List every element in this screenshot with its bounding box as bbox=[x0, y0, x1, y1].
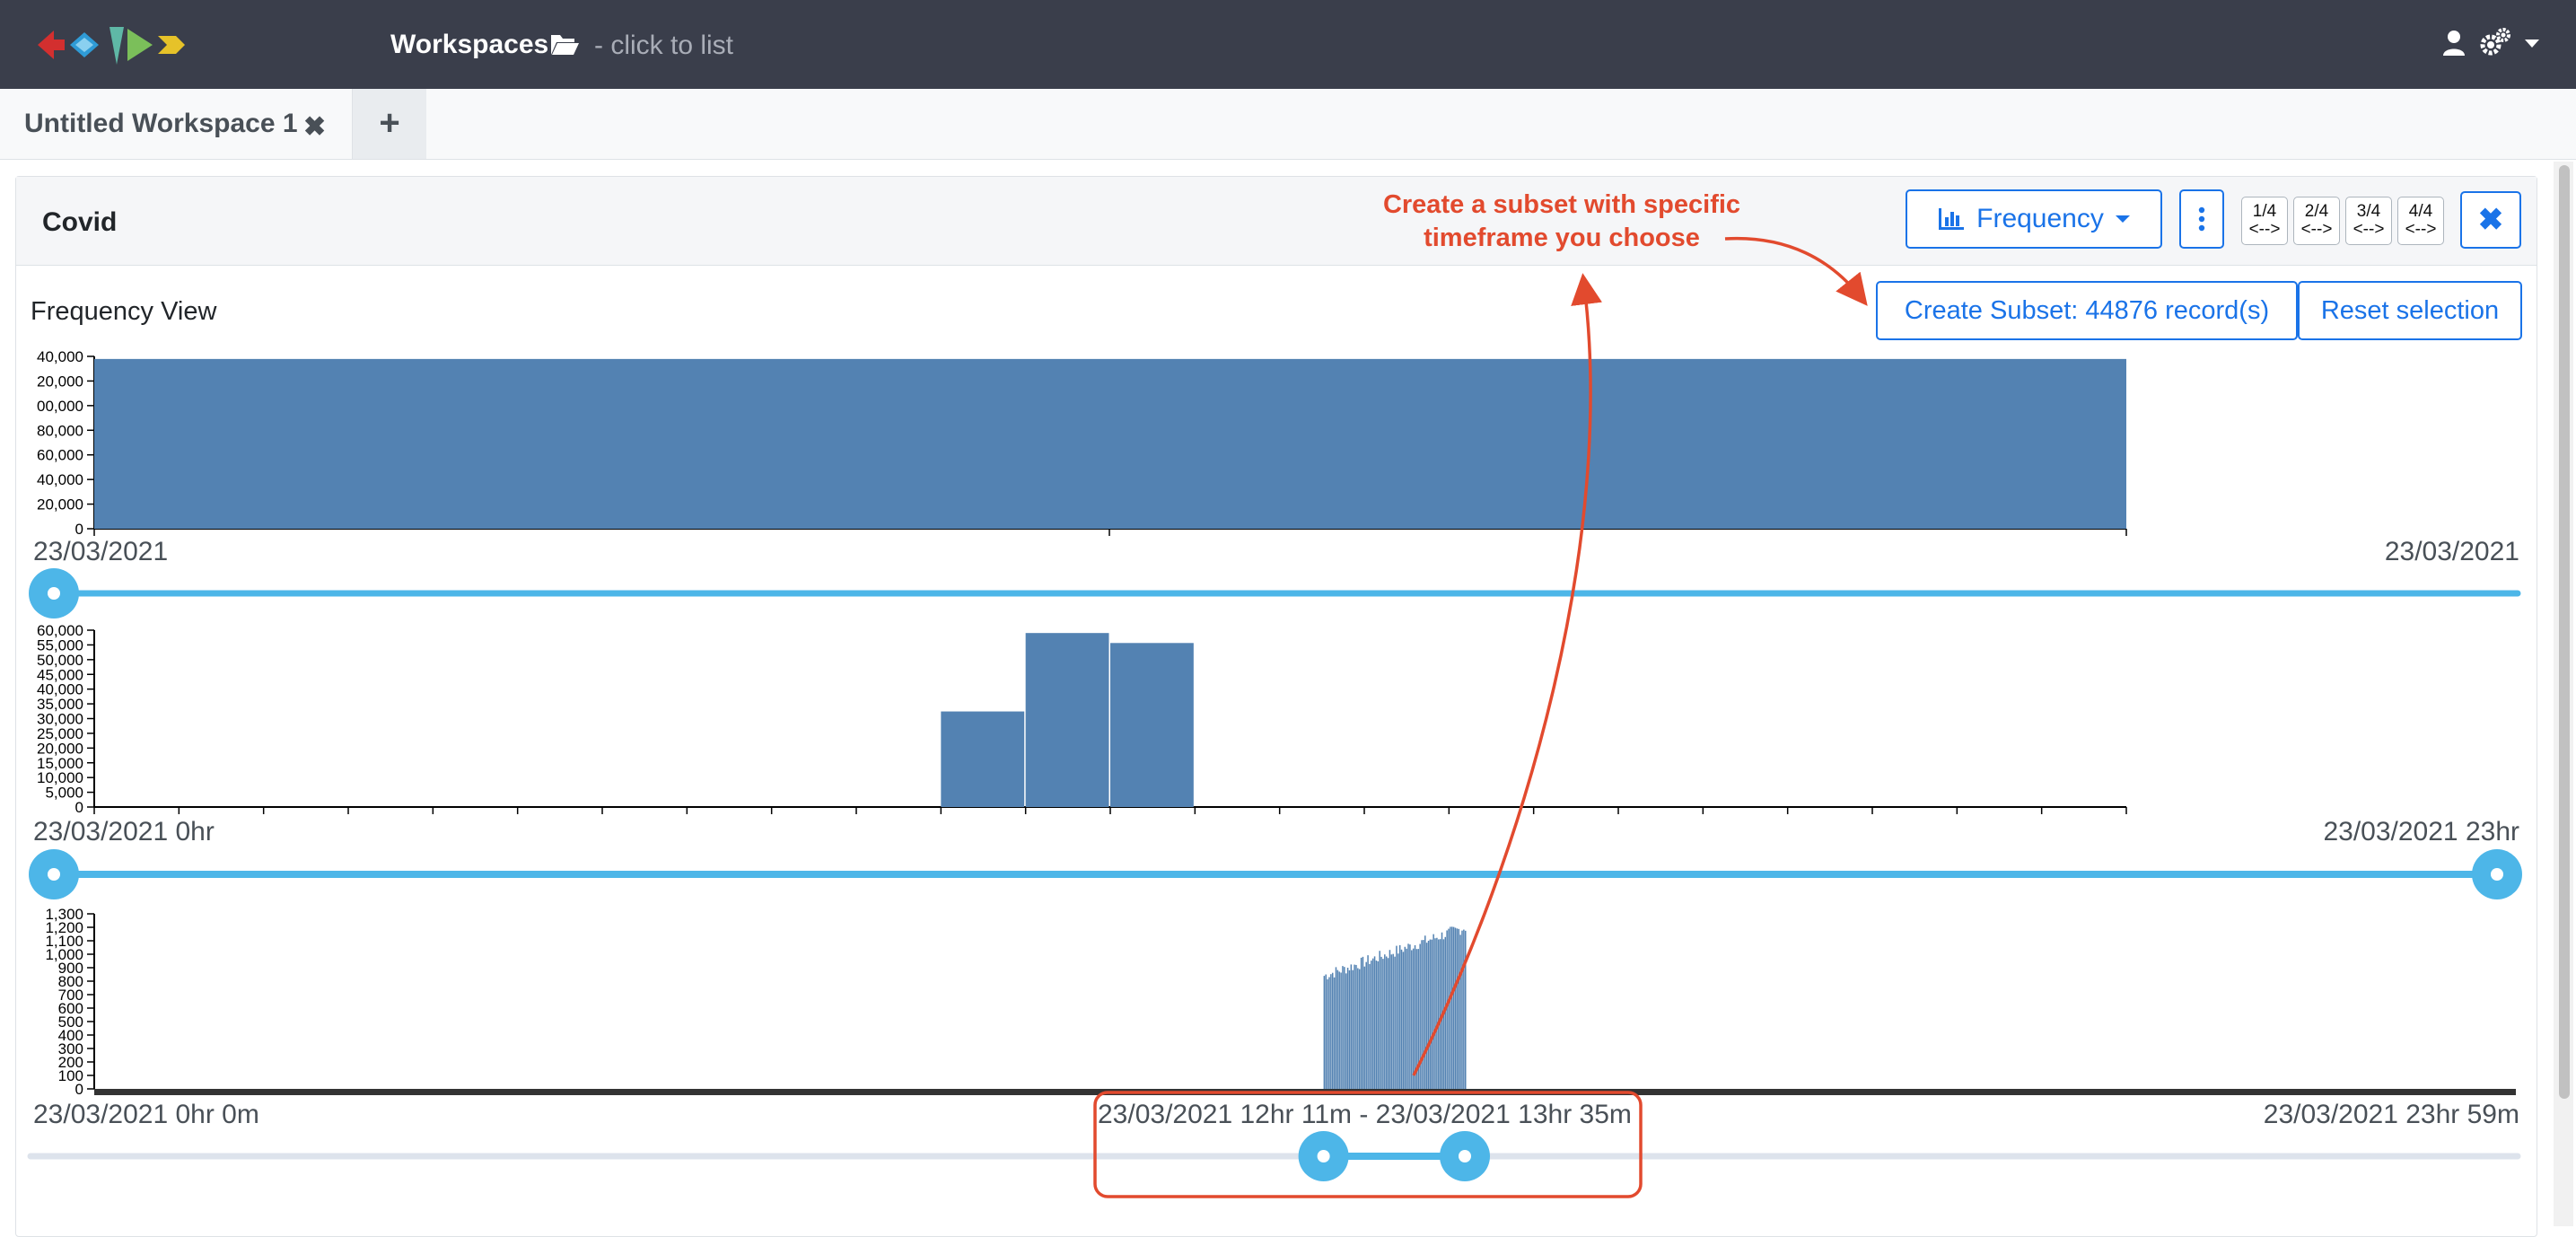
page-scrollbar-thumb[interactable] bbox=[2559, 165, 2570, 1099]
panel-header: Covid Frequency 1/4 <--> 2/4 <--> 3/4 <-… bbox=[16, 177, 2537, 266]
caret-down-icon[interactable] bbox=[2524, 27, 2540, 59]
quarter-2-button[interactable]: 2/4 <--> bbox=[2293, 197, 2340, 245]
top-navbar: Workspaces - click to list bbox=[0, 0, 2576, 89]
caret-down-icon bbox=[2115, 215, 2130, 223]
chart3-range-start: 23/03/2021 0hr 0m bbox=[33, 1100, 259, 1129]
workspaces-hint[interactable]: - click to list bbox=[594, 31, 733, 61]
annotation-line-1: Create a subset with specific bbox=[1382, 190, 1741, 219]
workspace-tabbar: Untitled Workspace 1 ✖ + bbox=[0, 89, 2576, 160]
user-icon[interactable] bbox=[2441, 27, 2466, 59]
chart2-range-end: 23/03/2021 23hr bbox=[2323, 817, 2519, 847]
app-logo[interactable] bbox=[34, 20, 197, 70]
quarter-label: 4/4 bbox=[2408, 202, 2433, 221]
tab-label[interactable]: Untitled Workspace 1 bbox=[24, 109, 298, 139]
annotation-line-2: timeframe you choose bbox=[1424, 224, 1700, 252]
chart3-range-end: 23/03/2021 23hr 59m bbox=[2263, 1100, 2519, 1129]
chart1-range-start: 23/03/2021 bbox=[33, 537, 169, 566]
panel-title: Covid bbox=[42, 207, 118, 237]
frequency-label: Frequency bbox=[1976, 204, 2104, 233]
folder-open-icon[interactable] bbox=[549, 31, 580, 57]
add-tab-button[interactable]: + bbox=[353, 89, 426, 159]
reset-selection-button[interactable]: Reset selection bbox=[2298, 281, 2522, 340]
more-options-button[interactable] bbox=[2179, 189, 2224, 249]
quarter-arrow: <--> bbox=[2248, 220, 2281, 239]
quarter-arrow: <--> bbox=[2405, 220, 2437, 239]
gears-icon[interactable] bbox=[2479, 27, 2511, 59]
quarter-1-button[interactable]: 1/4 <--> bbox=[2241, 197, 2288, 245]
view-title: Frequency View bbox=[31, 297, 217, 326]
quarter-label: 3/4 bbox=[2356, 202, 2381, 221]
quarter-arrow: <--> bbox=[2300, 220, 2333, 239]
quarter-3-button[interactable]: 3/4 <--> bbox=[2345, 197, 2392, 245]
tab-close-icon[interactable]: ✖ bbox=[303, 111, 326, 143]
bar-chart-icon bbox=[1939, 208, 1965, 230]
covid-panel: Covid Frequency 1/4 <--> 2/4 <--> 3/4 <-… bbox=[15, 176, 2537, 1237]
workspaces-label[interactable]: Workspaces bbox=[390, 30, 548, 60]
user-settings-menu[interactable] bbox=[2441, 27, 2540, 59]
frequency-dropdown-button[interactable]: Frequency bbox=[1906, 189, 2162, 249]
quarter-arrow: <--> bbox=[2353, 220, 2385, 239]
close-panel-button[interactable]: ✖ bbox=[2460, 191, 2521, 249]
quarter-label: 1/4 bbox=[2252, 202, 2277, 221]
quarter-4-button[interactable]: 4/4 <--> bbox=[2397, 197, 2444, 245]
quarter-label: 2/4 bbox=[2304, 202, 2329, 221]
chart1-range-end: 23/03/2021 bbox=[2384, 537, 2519, 566]
annotation-callout: Create a subset with specific timeframe … bbox=[1328, 189, 1795, 255]
create-subset-button[interactable]: Create Subset: 44876 record(s) bbox=[1876, 281, 2298, 340]
chart2-range-start: 23/03/2021 0hr bbox=[33, 817, 215, 847]
tab-untitled-workspace-1[interactable]: Untitled Workspace 1 ✖ bbox=[0, 89, 353, 159]
chart3-selection-range: 23/03/2021 12hr 11m - 23/03/2021 13hr 35… bbox=[1098, 1100, 1632, 1129]
vertical-dots-icon bbox=[2198, 206, 2205, 232]
